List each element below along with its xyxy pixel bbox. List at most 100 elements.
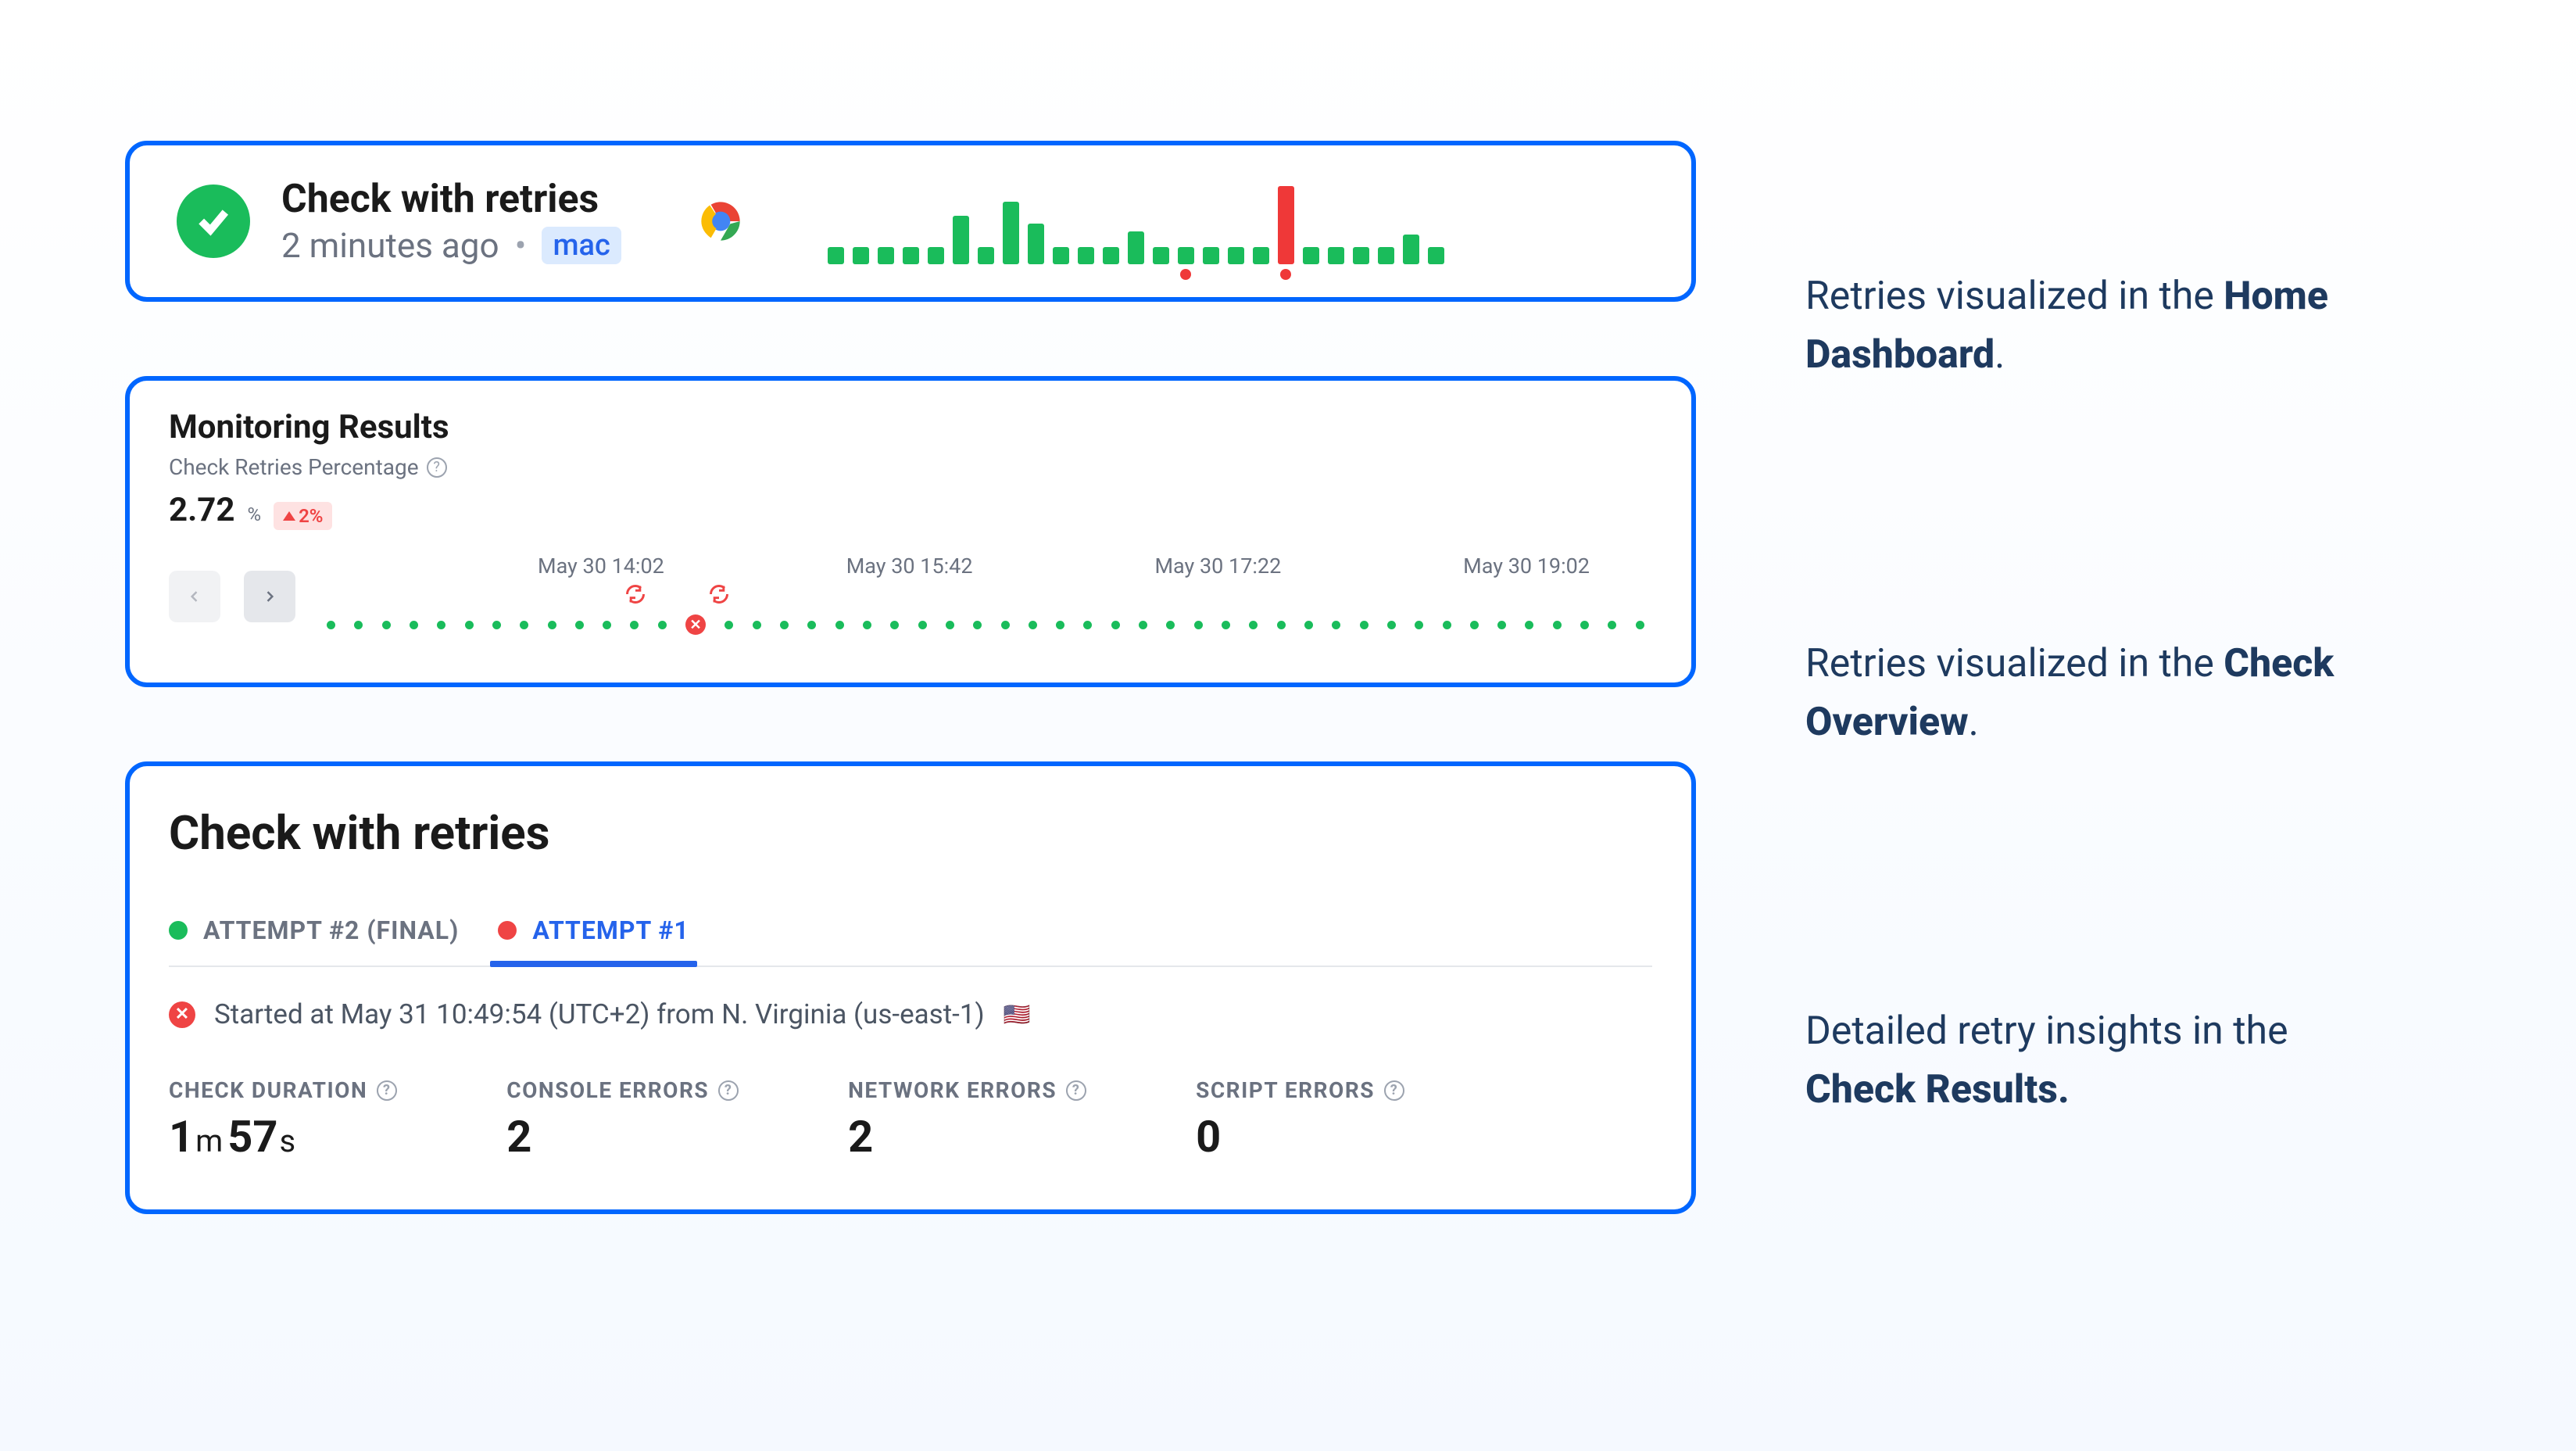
timeline-success-dot[interactable] [658, 621, 667, 629]
retries-pct-value: 2.72 [169, 491, 234, 529]
timeline-success-dot[interactable] [382, 621, 391, 629]
metric-label: CONSOLE ERRORS? [506, 1077, 739, 1103]
timeline-next-button[interactable] [244, 571, 295, 622]
chrome-icon [692, 192, 750, 250]
sparkline-bar [1278, 186, 1294, 264]
sparkline-bar [1103, 247, 1119, 264]
timeline-success-dot[interactable] [1580, 621, 1589, 629]
help-icon[interactable]: ? [377, 1080, 397, 1101]
timeline-success-dot[interactable] [1608, 621, 1616, 629]
timeline-success-dot[interactable] [946, 621, 954, 629]
monitoring-title: Monitoring Results [169, 408, 1652, 446]
timeline-success-dot[interactable] [724, 621, 733, 629]
timeline-success-dot[interactable] [1194, 621, 1203, 629]
trend-badge: 2% [274, 502, 332, 530]
sparkline-bar [1178, 247, 1194, 264]
timeline-success-dot[interactable] [1139, 621, 1147, 629]
timeline-success-dot[interactable] [1360, 621, 1368, 629]
timeline-chart: May 30 14:02May 30 15:42May 30 17:22May … [319, 554, 1652, 640]
timeline-success-dot[interactable] [437, 621, 445, 629]
timeline-success-dot[interactable] [492, 621, 501, 629]
status-dot-icon [498, 921, 517, 940]
timeline-success-dot[interactable] [890, 621, 899, 629]
metric: NETWORK ERRORS?2 [848, 1077, 1086, 1163]
timeline-success-dot[interactable] [520, 621, 528, 629]
timeline-success-dot[interactable] [1304, 621, 1313, 629]
attempt-tab[interactable]: ATTEMPT #1 [498, 900, 689, 966]
timeline-success-dot[interactable] [327, 621, 335, 629]
retry-dot-icon [1280, 269, 1291, 280]
sparkline-bar [1003, 202, 1019, 264]
timeline-success-dot[interactable] [780, 621, 789, 629]
timeline-success-dot[interactable] [973, 621, 982, 629]
timeline-success-dot[interactable] [1056, 621, 1064, 629]
timeline-success-dot[interactable] [1001, 621, 1010, 629]
sparkline-bar [1303, 247, 1319, 264]
metric: SCRIPT ERRORS?0 [1196, 1077, 1404, 1163]
sparkline-bar [1153, 247, 1169, 264]
timeline-success-dot[interactable] [918, 621, 927, 629]
timeline-success-dot[interactable] [1470, 621, 1479, 629]
help-icon[interactable]: ? [718, 1080, 739, 1101]
sparkline-bar [1403, 235, 1419, 264]
tab-label: ATTEMPT #2 (FINAL) [203, 915, 459, 945]
timeline-success-dot[interactable] [1332, 621, 1340, 629]
timeline-success-dot[interactable] [1525, 621, 1533, 629]
metric-value: 1m57s [169, 1111, 397, 1163]
timeline-fail-dot[interactable]: ✕ [685, 614, 706, 635]
sparkline-bar [928, 247, 944, 264]
timeline-success-dot[interactable] [1636, 621, 1644, 629]
timeline-success-dot[interactable] [1415, 621, 1423, 629]
help-icon[interactable]: ? [427, 457, 447, 478]
sparkline-bar [1053, 247, 1069, 264]
metric: CHECK DURATION?1m57s [169, 1077, 397, 1163]
help-icon[interactable]: ? [1066, 1080, 1086, 1101]
timeline-success-dot[interactable] [1029, 621, 1037, 629]
timeline-success-dot[interactable] [575, 621, 584, 629]
help-icon[interactable]: ? [1384, 1080, 1404, 1101]
timeline-success-dot[interactable] [630, 621, 639, 629]
flag-us-icon: 🇺🇸 [1004, 1001, 1031, 1027]
attempt-tab[interactable]: ATTEMPT #2 (FINAL) [169, 900, 459, 966]
timeline-success-dot[interactable] [1387, 621, 1396, 629]
monitoring-results-card: Monitoring Results Check Retries Percent… [125, 376, 1696, 687]
timeline-success-dot[interactable] [603, 621, 611, 629]
status-dot-icon [169, 921, 188, 940]
time-label: May 30 19:02 [1463, 554, 1590, 579]
timeline-success-dot[interactable] [1166, 621, 1175, 629]
started-at-text: Started at May 31 10:49:54 (UTC+2) from … [214, 998, 985, 1030]
timeline-success-dot[interactable] [1277, 621, 1286, 629]
time-label: May 30 15:42 [846, 554, 973, 579]
timeline-prev-button[interactable] [169, 571, 220, 622]
sparkline-bar [1253, 247, 1269, 264]
timeline-success-dot[interactable] [753, 621, 761, 629]
timeline-success-dot[interactable] [835, 621, 844, 629]
timeline-success-dot[interactable] [1111, 621, 1120, 629]
metric-label: SCRIPT ERRORS? [1196, 1077, 1404, 1103]
trend-up-icon [283, 511, 295, 521]
timeline-success-dot[interactable] [1222, 621, 1230, 629]
tag-badge[interactable]: mac [542, 227, 621, 264]
timeline-success-dot[interactable] [1443, 621, 1451, 629]
sparkline-bar [1378, 247, 1394, 264]
timeline-success-dot[interactable] [465, 621, 474, 629]
timeline-success-dot[interactable] [807, 621, 816, 629]
timeline-success-dot[interactable] [1083, 621, 1092, 629]
attempt-tabs: ATTEMPT #2 (FINAL) ATTEMPT #1 [169, 900, 1652, 967]
timeline-success-dot[interactable] [1553, 621, 1562, 629]
fail-icon: ✕ [169, 1001, 195, 1028]
sparkline-bar [878, 247, 894, 264]
timeline-success-dot[interactable] [548, 621, 556, 629]
timeline-success-dot[interactable] [410, 621, 418, 629]
timeline-success-dot[interactable] [1497, 621, 1506, 629]
metric: CONSOLE ERRORS?2 [506, 1077, 739, 1163]
time-label: May 30 14:02 [538, 554, 664, 579]
timeline-success-dot[interactable] [863, 621, 871, 629]
retry-indicator-icon [708, 583, 730, 605]
check-results-card: Check with retries ATTEMPT #2 (FINAL)ATT… [125, 761, 1696, 1214]
metric-value: 2 [848, 1111, 1086, 1163]
sparkline-bar [1228, 247, 1244, 264]
retries-pct-label: Check Retries Percentage [169, 454, 419, 480]
timeline-success-dot[interactable] [354, 621, 363, 629]
timeline-success-dot[interactable] [1249, 621, 1258, 629]
